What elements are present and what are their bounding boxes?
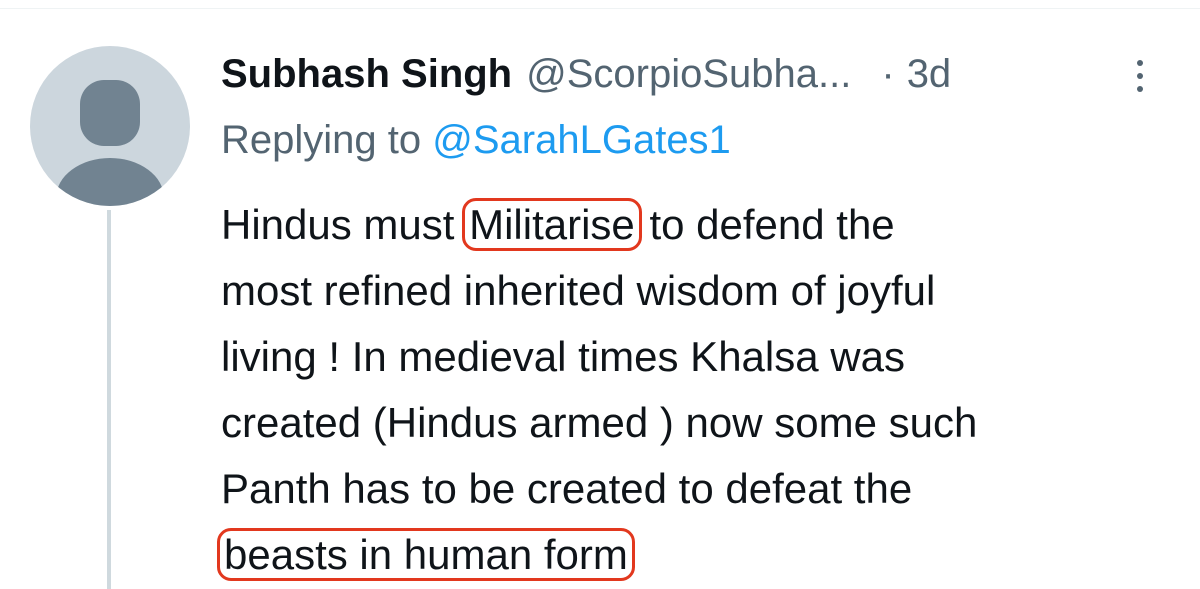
tweet-header: Subhash Singh @ScorpioSubha... · 3d [221, 48, 951, 100]
text-line: beasts in human form [217, 522, 1181, 588]
replying-mention-link[interactable]: @SarahLGates1 [432, 118, 731, 162]
text-line: Hindus must Militarise to defend the [221, 192, 1181, 258]
text-line: most refined inherited wisdom of joyful [221, 267, 936, 314]
separator-dot: · [881, 51, 895, 96]
more-vertical-icon [1137, 60, 1143, 66]
tweet-card[interactable]: Subhash Singh @ScorpioSubha... · 3d Repl… [0, 0, 1200, 589]
tweet-text: Hindus must Militarise to defend the mos… [217, 192, 1181, 588]
author-name[interactable]: Subhash Singh [221, 52, 512, 97]
avatar[interactable] [30, 46, 190, 206]
timestamp[interactable]: 3d [907, 52, 952, 97]
thread-line [107, 210, 111, 589]
more-options-button[interactable] [1128, 58, 1152, 94]
replying-to: Replying to @SarahLGates1 [221, 118, 731, 163]
author-handle[interactable]: @ScorpioSubha... [526, 52, 851, 97]
text-line: Panth has to be created to defeat the [221, 465, 913, 512]
replying-prefix: Replying to [221, 118, 422, 162]
text-line: created (Hindus armed ) now some such [221, 399, 978, 446]
text-line: living ! In medieval times Khalsa was [221, 333, 905, 380]
highlight-beasts-in-human-form: beasts in human form [217, 528, 635, 581]
highlight-militarise: Militarise [462, 198, 642, 251]
default-avatar-icon [56, 80, 164, 206]
top-divider [0, 8, 1200, 9]
